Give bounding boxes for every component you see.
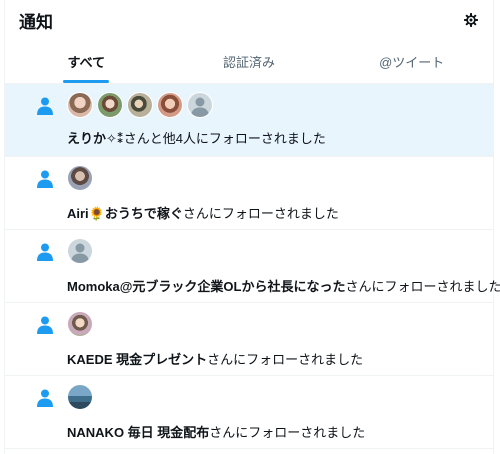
avatar[interactable] — [67, 165, 93, 191]
person-icon — [37, 389, 53, 407]
avatar[interactable] — [127, 92, 153, 118]
notification-item[interactable]: えりか✧⁑さんと他4人にフォローされました — [5, 84, 493, 157]
notification-message: さんにフォローされました — [209, 425, 366, 440]
tab-mentions[interactable]: @ツイート — [330, 40, 493, 83]
avatar[interactable] — [67, 311, 93, 337]
notification-text: Momoka@元ブラック企業OLから社長になったさんにフォローされました — [67, 276, 500, 295]
avatar[interactable] — [157, 92, 183, 118]
notification-text: KAEDE 現金プレゼントさんにフォローされました — [67, 349, 363, 368]
person-icon — [37, 316, 53, 334]
notification-text: えりか✧⁑さんと他4人にフォローされました — [67, 128, 326, 147]
avatar-group — [67, 92, 213, 118]
avatar-group — [67, 165, 93, 191]
notification-item[interactable]: KAEDE 現金プレゼントさんにフォローされました — [5, 303, 493, 376]
notifications-panel: 通知 すべて 認証済み @ツイート えりか✧⁑さんと他4人にフォローされました … — [4, 0, 500, 454]
notification-message: さんにフォローされました — [182, 206, 339, 221]
tab-label: すべて — [67, 55, 106, 70]
default-avatar-icon — [71, 243, 89, 263]
user-name[interactable]: えりか✧⁑ — [67, 131, 124, 146]
user-name[interactable]: KAEDE 現金プレゼント — [67, 352, 207, 367]
active-tab-indicator — [63, 80, 110, 83]
header: 通知 — [5, 0, 493, 40]
notification-text: Airi🌻おうちで稼ぐさんにフォローされました — [67, 203, 339, 222]
gear-icon[interactable] — [461, 10, 481, 30]
user-name[interactable]: Airi🌻おうちで稼ぐ — [67, 206, 183, 221]
avatar[interactable] — [67, 384, 93, 410]
notification-item[interactable]: NANAKO 毎日 現金配布さんにフォローされました — [5, 376, 493, 449]
notification-message: さんと他4人にフォローされました — [123, 131, 326, 146]
user-name[interactable]: Momoka@元ブラック企業OLから社長になった — [67, 279, 345, 294]
tab-verified[interactable]: 認証済み — [168, 40, 331, 83]
notification-item[interactable]: Momoka@元ブラック企業OLから社長になったさんにフォローされました — [5, 230, 500, 303]
tab-bar: すべて 認証済み @ツイート — [5, 40, 493, 84]
notification-item[interactable]: Airi🌻おうちで稼ぐさんにフォローされました — [5, 157, 493, 230]
avatar[interactable] — [67, 92, 93, 118]
user-name[interactable]: NANAKO 毎日 現金配布 — [67, 425, 209, 440]
avatar-group — [67, 311, 93, 337]
tab-all[interactable]: すべて — [5, 40, 168, 83]
default-avatar-icon — [191, 97, 209, 117]
notification-text: NANAKO 毎日 現金配布さんにフォローされました — [67, 422, 365, 441]
default-avatar[interactable] — [187, 92, 213, 118]
person-icon — [37, 97, 53, 115]
avatar-group — [67, 384, 93, 410]
notification-message: さんにフォローされました — [207, 352, 364, 367]
avatar[interactable] — [97, 92, 123, 118]
tab-label: @ツイート — [379, 55, 445, 70]
person-icon — [37, 170, 53, 188]
page-title: 通知 — [19, 12, 53, 32]
avatar-group — [67, 238, 93, 264]
default-avatar[interactable] — [67, 238, 93, 264]
person-icon — [37, 243, 53, 261]
notification-message: さんにフォローされました — [345, 279, 500, 294]
tab-label: 認証済み — [223, 55, 276, 70]
